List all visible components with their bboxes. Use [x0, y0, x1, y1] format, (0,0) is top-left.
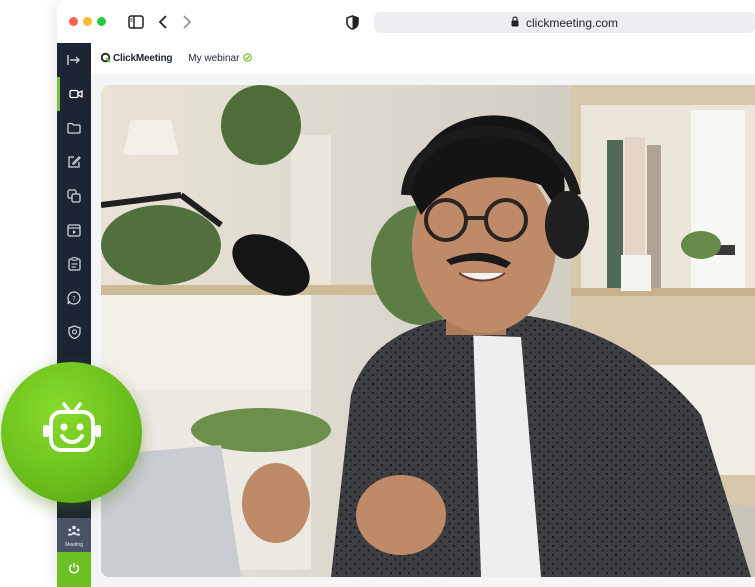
copy-icon[interactable]: [57, 179, 91, 213]
close-window-button[interactable]: [69, 17, 78, 26]
minimize-window-button[interactable]: [83, 17, 92, 26]
forward-arrow-icon[interactable]: [181, 12, 193, 32]
address-bar[interactable]: clickmeeting.com: [374, 12, 755, 33]
shield-icon[interactable]: [345, 12, 359, 32]
lock-icon: [511, 15, 519, 30]
app-sidebar: ? Meeting: [57, 43, 91, 587]
logo-text: ClickMeeting: [113, 53, 173, 64]
people-icon: [67, 523, 81, 541]
presenter-photo: [101, 85, 755, 577]
logo-icon: [100, 52, 111, 66]
video-player-icon[interactable]: [57, 213, 91, 247]
svg-text:?: ?: [72, 295, 76, 303]
folder-icon[interactable]: [57, 111, 91, 145]
back-arrow-icon[interactable]: [157, 12, 169, 32]
robot-icon: [40, 398, 104, 467]
webinar-video-feed: [101, 85, 755, 577]
power-button[interactable]: [57, 552, 91, 587]
power-icon: [68, 561, 80, 579]
question-bubble-icon[interactable]: ?: [57, 281, 91, 315]
camera-icon[interactable]: [57, 77, 91, 111]
expand-icon[interactable]: [57, 43, 91, 77]
webinar-title-area[interactable]: My webinar: [188, 52, 253, 65]
ai-assistant-badge[interactable]: [1, 362, 142, 503]
url-text: clickmeeting.com: [525, 15, 619, 30]
check-circle-icon: [243, 52, 253, 65]
badge-icon[interactable]: [57, 315, 91, 349]
webinar-title: My webinar: [188, 53, 240, 64]
maximize-window-button[interactable]: [97, 17, 106, 26]
meeting-button[interactable]: Meeting: [57, 518, 91, 552]
clipboard-icon[interactable]: [57, 247, 91, 281]
browser-window: clickmeeting.com ? Meeting ClickMeeting …: [57, 0, 755, 587]
browser-titlebar: clickmeeting.com: [57, 0, 755, 44]
sidebar-toggle-icon[interactable]: [127, 12, 145, 32]
clickmeeting-logo[interactable]: ClickMeeting: [100, 52, 172, 66]
meeting-label: Meeting: [65, 541, 83, 548]
app-topbar: ClickMeeting My webinar: [91, 43, 755, 74]
edit-icon[interactable]: [57, 145, 91, 179]
